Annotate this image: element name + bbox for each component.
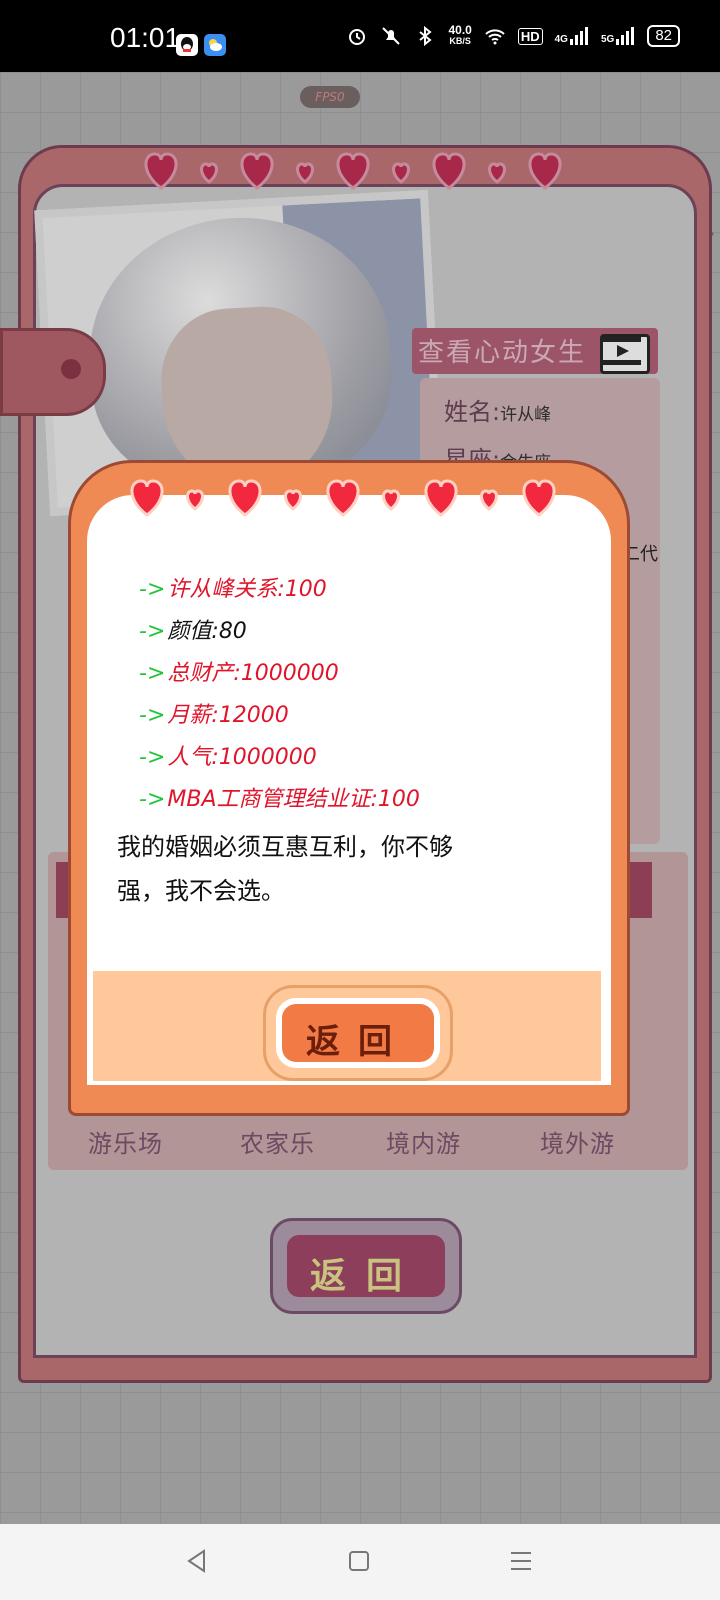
signal-bars-icon: [569, 27, 588, 45]
signal-5g: 5G: [601, 27, 635, 45]
hearts-decoration: [144, 152, 562, 190]
signal-bars-icon: [616, 27, 635, 45]
dialog-hearts-row: [127, 475, 577, 521]
stats-dialog: ->许从峰关系:100 ->颜值:80 ->总财产:1000000 ->月薪:1…: [68, 460, 630, 1116]
clock: 01:01: [110, 22, 181, 53]
stat-looks: ->颜值:80: [139, 619, 247, 644]
system-nav-bar: [0, 1524, 720, 1600]
category-amusement-park[interactable]: 游乐场: [88, 1124, 163, 1159]
hd-badge: HD: [517, 27, 543, 45]
stat-mba-certificate: ->MBA工商管理结业证:100: [139, 787, 420, 812]
side-tab-button[interactable]: [0, 328, 106, 416]
status-bar: 01:01 40.0 KB/S HD 4G 5G 82: [0, 0, 720, 72]
fps-counter: FPS0: [300, 86, 360, 108]
network-speed: 40.0 KB/S: [448, 23, 472, 46]
dialog-quote: 我的婚姻必须互惠互利，你不够 强，我不会选。: [117, 833, 453, 905]
profile-name-row: 姓名:许从峰: [444, 398, 552, 426]
video-play-icon: [600, 334, 650, 374]
mute-icon: [382, 27, 401, 45]
view-heart-girl-button[interactable]: 查看心动女生: [412, 328, 658, 374]
alarm-icon: [349, 29, 366, 45]
bluetooth-icon: [419, 25, 433, 47]
stat-popularity: ->人气:1000000: [139, 745, 317, 770]
category-overseas-travel[interactable]: 境外游: [540, 1124, 615, 1159]
category-domestic-travel[interactable]: 境内游: [386, 1124, 461, 1159]
weather-icon: [204, 34, 226, 56]
dialog-button-area: 返回: [93, 971, 601, 1081]
category-farm-stay[interactable]: 农家乐: [240, 1124, 315, 1159]
wifi-icon: [485, 29, 505, 45]
battery-indicator: 82: [647, 25, 680, 47]
qq-icon: [176, 34, 198, 56]
background-return-button[interactable]: 返回: [270, 1218, 462, 1314]
card-hearts-row: [141, 148, 611, 194]
back-icon[interactable]: [184, 1548, 210, 1574]
menu-icon[interactable]: [508, 1548, 534, 1574]
stat-relationship: ->许从峰关系:100: [139, 577, 327, 602]
home-icon[interactable]: [346, 1548, 372, 1574]
stat-monthly-salary: ->月薪:12000: [139, 703, 289, 728]
hearts-decoration: [130, 479, 556, 517]
stat-total-assets: ->总财产:1000000: [139, 661, 339, 686]
return-button[interactable]: 返回: [263, 985, 453, 1081]
signal-4g: 4G: [555, 27, 589, 45]
status-icons: 40.0 KB/S HD 4G 5G 82: [346, 23, 680, 47]
